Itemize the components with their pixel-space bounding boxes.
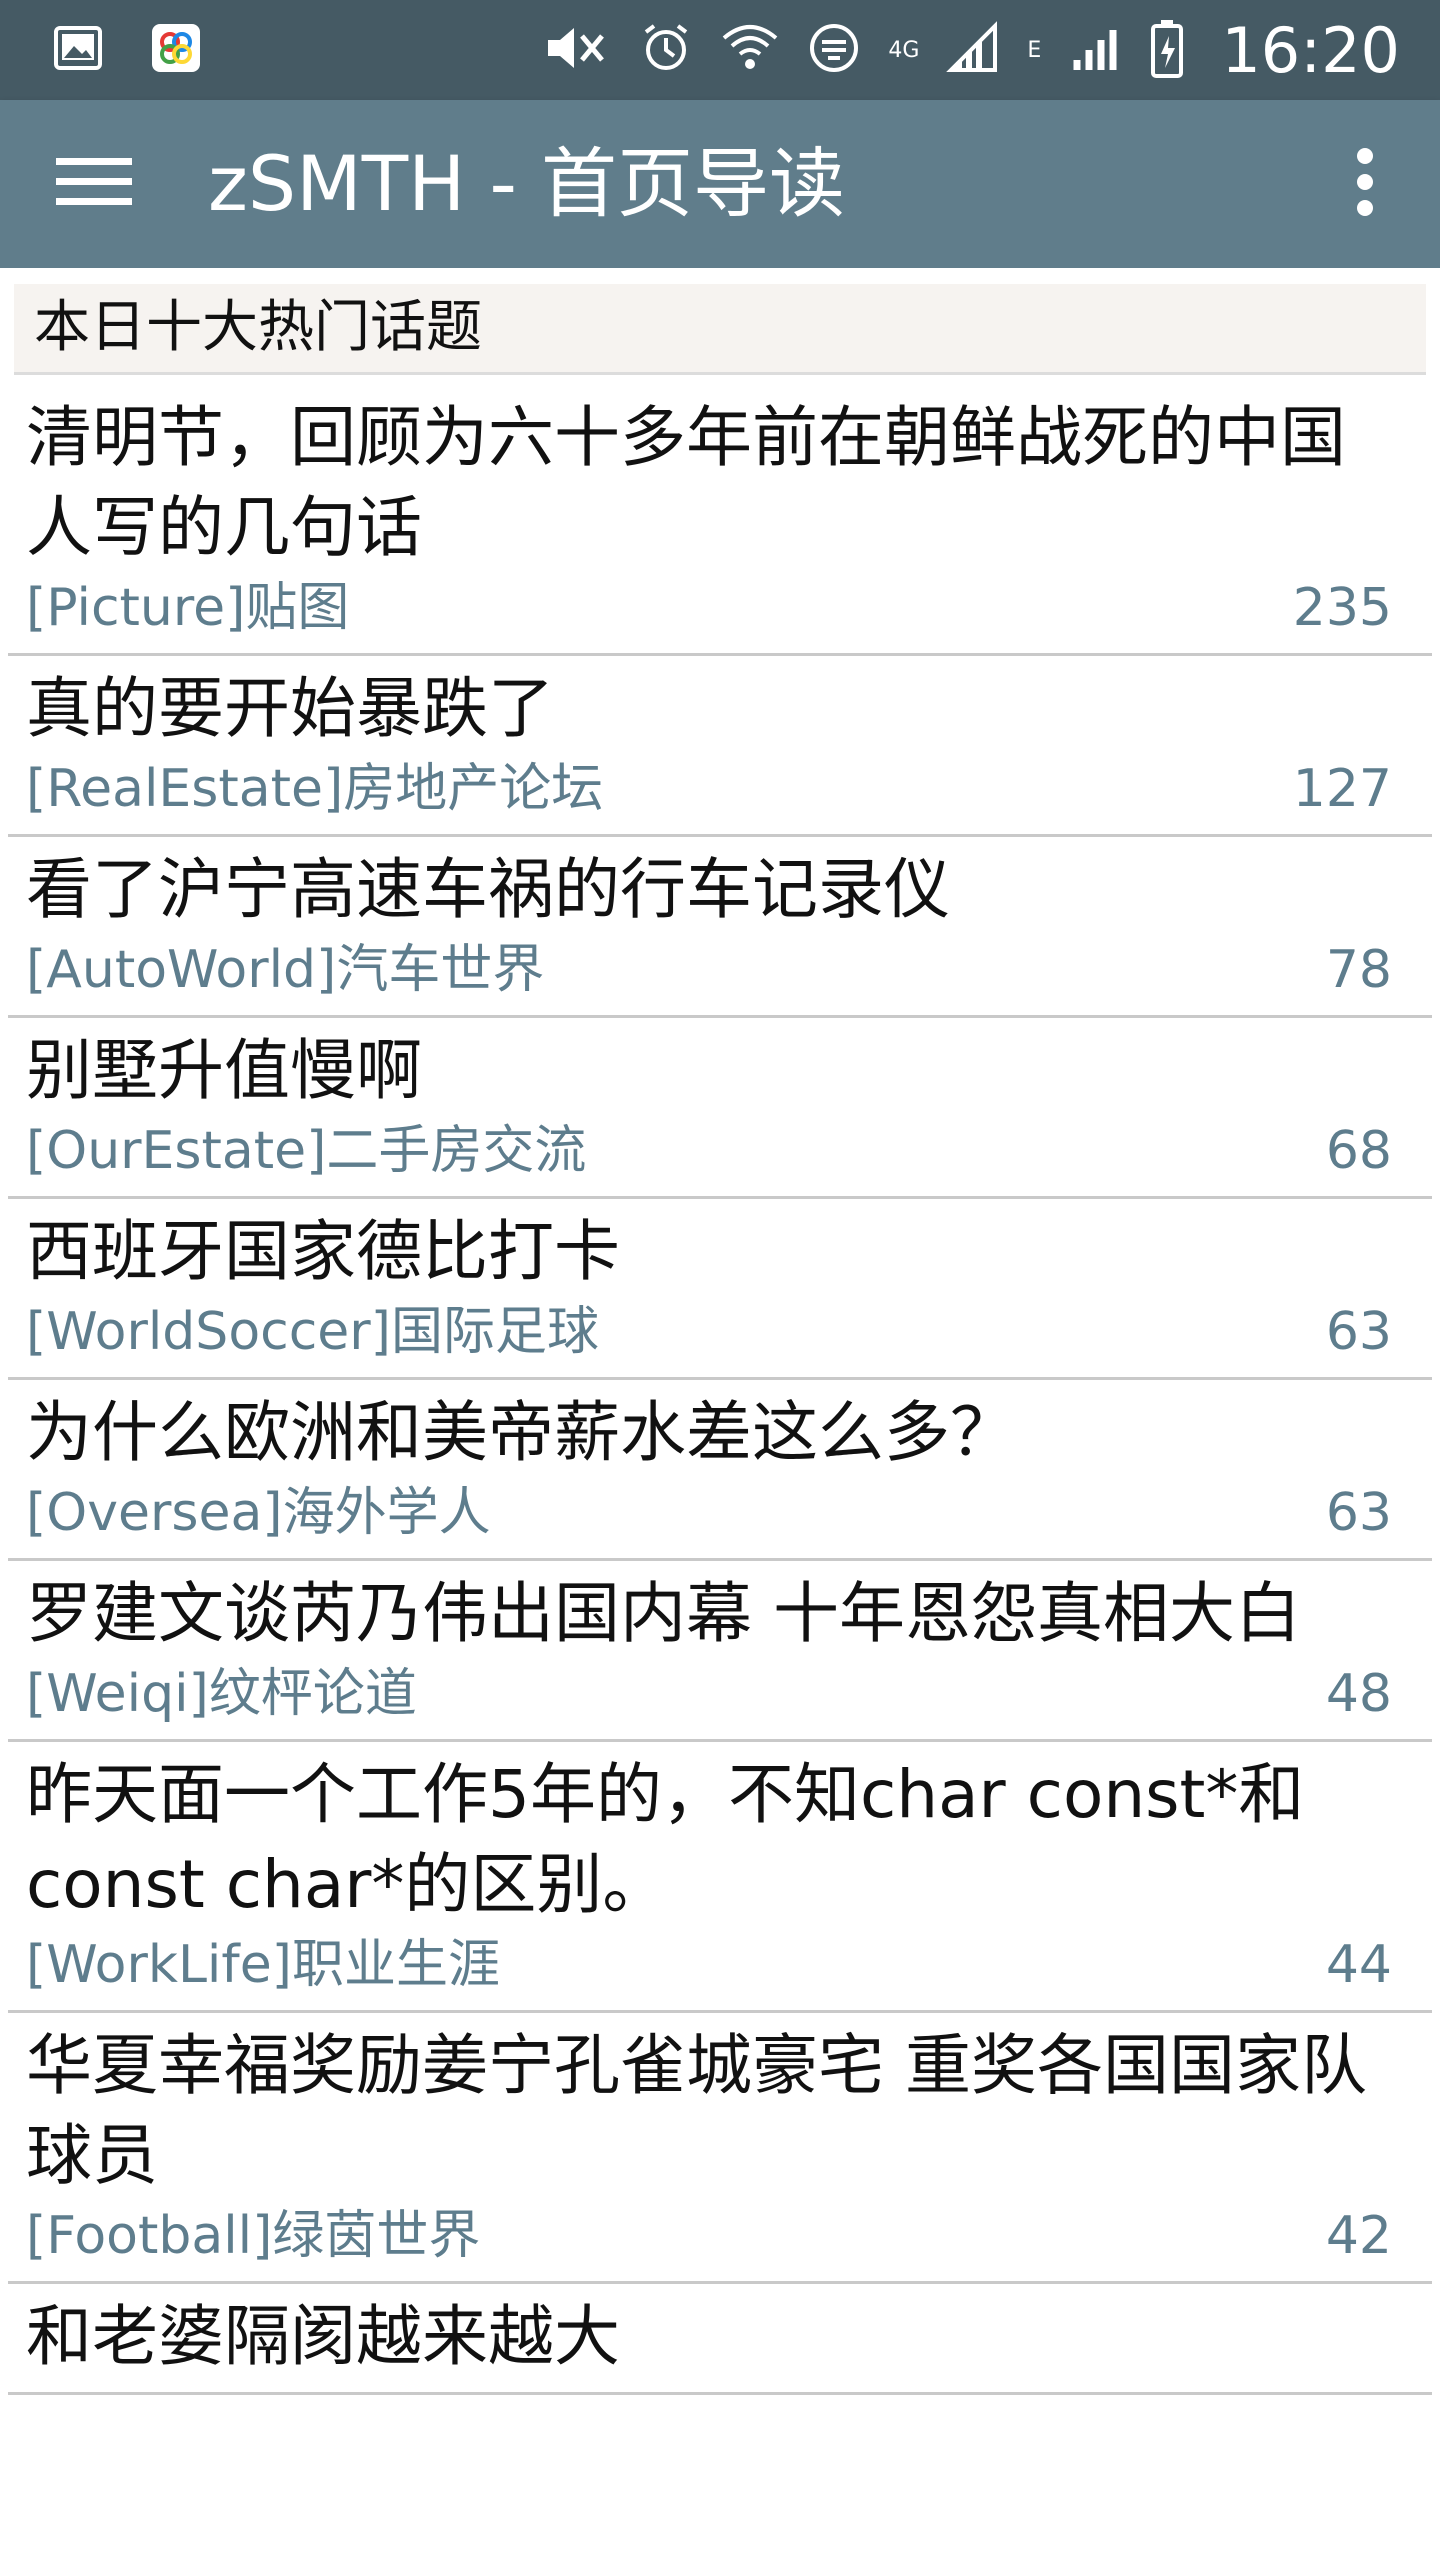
topic-reply-count: 235 [1292, 578, 1392, 638]
topic-meta: [WorldSoccer]国际足球 63 [26, 1297, 1392, 1367]
topic-reply-count: 78 [1325, 940, 1392, 1000]
topic-board[interactable]: [Picture]贴图 [26, 573, 349, 643]
signal-icon [945, 20, 1001, 80]
app-title: zSMTH - 首页导读 [208, 139, 846, 228]
topic-title[interactable]: 华夏幸福奖励姜宁孔雀城豪宅 重奖各国国家队球员 [26, 2021, 1392, 2201]
topic-reply-count: 42 [1325, 2206, 1392, 2266]
topic-board[interactable]: [AutoWorld]汽车世界 [26, 935, 544, 1005]
topic-item[interactable]: 清明节，回顾为六十多年前在朝鲜战死的中国人写的几句话 [Picture]贴图 2… [8, 385, 1432, 656]
sync-icon [806, 20, 862, 80]
topic-meta: [RealEstate]房地产论坛 127 [26, 754, 1392, 824]
topic-meta: [Picture]贴图 235 [26, 573, 1392, 643]
status-bar-system: 4G E 16:20 [542, 10, 1400, 90]
topic-meta: [AutoWorld]汽车世界 78 [26, 935, 1392, 1005]
topic-reply-count: 68 [1325, 1121, 1392, 1181]
topic-item[interactable]: 别墅升值慢啊 [OurEstate]二手房交流 68 [8, 1018, 1432, 1199]
battery-icon [1149, 18, 1185, 82]
more-options-button[interactable] [1320, 144, 1410, 224]
topic-board[interactable]: [Oversea]海外学人 [26, 1478, 491, 1548]
alarm-icon [638, 20, 694, 80]
topic-title[interactable]: 和老婆隔阂越来越大 [26, 2292, 1392, 2382]
more-vert-icon[interactable] [1355, 148, 1375, 220]
topic-board[interactable]: [WorkLife]职业生涯 [26, 1930, 500, 2000]
topic-meta: [Oversea]海外学人 63 [26, 1478, 1392, 1548]
topic-reply-count: 48 [1325, 1664, 1392, 1724]
topic-title[interactable]: 看了沪宁高速车祸的行车记录仪 [26, 845, 1392, 935]
topic-board[interactable]: [OurEstate]二手房交流 [26, 1116, 586, 1186]
topic-board[interactable]: [WorldSoccer]国际足球 [26, 1297, 599, 1367]
status-bar-notifications [50, 20, 204, 80]
hamburger-menu-icon[interactable] [56, 154, 132, 214]
topic-title[interactable]: 西班牙国家德比打卡 [26, 1207, 1392, 1297]
topic-item[interactable]: 看了沪宁高速车祸的行车记录仪 [AutoWorld]汽车世界 78 [8, 837, 1432, 1018]
topic-title[interactable]: 真的要开始暴跌了 [26, 664, 1392, 754]
topic-meta: [OurEstate]二手房交流 68 [26, 1116, 1392, 1186]
wifi-icon [720, 20, 780, 80]
topic-item[interactable]: 昨天面一个工作5年的，不知char const*和const char*的区别。… [8, 1742, 1432, 2013]
status-time: 16:20 [1221, 13, 1400, 87]
topic-item[interactable]: 真的要开始暴跌了 [RealEstate]房地产论坛 127 [8, 656, 1432, 837]
topic-item[interactable]: 华夏幸福奖励姜宁孔雀城豪宅 重奖各国国家队球员 [Football]绿茵世界 4… [8, 2013, 1432, 2284]
topic-board[interactable]: [Football]绿茵世界 [26, 2201, 480, 2271]
topic-title[interactable]: 别墅升值慢啊 [26, 1026, 1392, 1116]
network-4g-label: 4G [888, 37, 920, 63]
topic-reply-count: 127 [1292, 759, 1392, 819]
topic-item[interactable]: 罗建文谈芮乃伟出国内幕 十年恩怨真相大白 [Weiqi]纹枰论道 48 [8, 1561, 1432, 1742]
menu-button[interactable] [44, 144, 144, 224]
signal-icon [1067, 20, 1123, 80]
topic-board[interactable]: [RealEstate]房地产论坛 [26, 754, 603, 824]
topic-list[interactable]: 本日十大热门话题 清明节，回顾为六十多年前在朝鲜战死的中国人写的几句话 [Pic… [0, 268, 1440, 2560]
network-e-label: E [1027, 37, 1042, 63]
topic-meta: [WorkLife]职业生涯 44 [26, 1930, 1392, 2000]
topic-item[interactable]: 西班牙国家德比打卡 [WorldSoccer]国际足球 63 [8, 1199, 1432, 1380]
section-header: 本日十大热门话题 [14, 284, 1426, 375]
topic-item[interactable]: 和老婆隔阂越来越大 [8, 2284, 1432, 2395]
mute-icon [542, 20, 612, 80]
topic-title[interactable]: 清明节，回顾为六十多年前在朝鲜战死的中国人写的几句话 [26, 393, 1392, 573]
topic-title[interactable]: 罗建文谈芮乃伟出国内幕 十年恩怨真相大白 [26, 1569, 1392, 1659]
topic-reply-count: 44 [1325, 1935, 1392, 1995]
topic-meta: [Football]绿茵世界 42 [26, 2201, 1392, 2271]
app-bar: zSMTH - 首页导读 [0, 100, 1440, 268]
status-bar: 4G E 16:20 [0, 0, 1440, 100]
topic-reply-count: 63 [1325, 1483, 1392, 1543]
topic-reply-count: 63 [1325, 1302, 1392, 1362]
topic-title[interactable]: 昨天面一个工作5年的，不知char const*和const char*的区别。 [26, 1750, 1392, 1930]
app-icon [148, 20, 204, 80]
gallery-icon [50, 20, 106, 80]
topic-meta: [Weiqi]纹枰论道 48 [26, 1659, 1392, 1729]
topic-board[interactable]: [Weiqi]纹枰论道 [26, 1659, 417, 1729]
topic-title[interactable]: 为什么欧洲和美帝薪水差这么多？ [26, 1388, 1392, 1478]
topic-item[interactable]: 为什么欧洲和美帝薪水差这么多？ [Oversea]海外学人 63 [8, 1380, 1432, 1561]
